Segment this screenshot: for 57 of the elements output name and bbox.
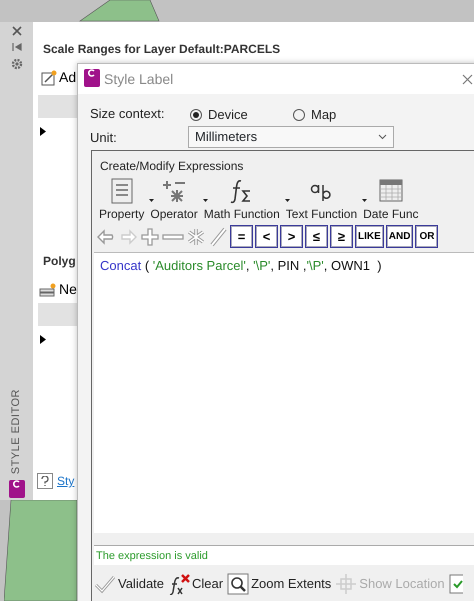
section-title: Polyg <box>43 253 76 270</box>
symbol-button[interactable]: < <box>255 225 278 248</box>
edit-icon <box>41 70 57 86</box>
plus-icon[interactable] <box>140 226 160 246</box>
palette-title: STYLE EDITOR <box>9 388 24 474</box>
keyword-button[interactable]: OR <box>415 225 438 248</box>
status-message: The expression is valid <box>94 545 474 565</box>
row-pointer-icon <box>40 332 46 347</box>
category-button[interactable]: Operator <box>147 177 201 223</box>
settings-icon[interactable] <box>10 58 22 70</box>
unit-dropdown[interactable]: Millimeters <box>188 126 394 148</box>
category-button[interactable]: Text Function <box>282 177 360 223</box>
pin-icon[interactable] <box>12 42 22 52</box>
chevron-down-icon <box>378 134 387 140</box>
help-link[interactable]: Sty <box>57 472 74 490</box>
category-button[interactable]: Property <box>96 177 148 223</box>
crosshair-icon <box>335 573 358 595</box>
grid-header <box>38 95 78 118</box>
symbol-button[interactable]: ≥ <box>330 225 353 248</box>
toolbar-button[interactable]: Zoom Extents <box>227 573 332 595</box>
asterisk-icon[interactable] <box>186 226 206 246</box>
toolbar-button[interactable]: Validate <box>94 573 164 595</box>
caret-icon <box>284 199 290 202</box>
ok-icon[interactable] <box>448 573 463 595</box>
slash-icon[interactable] <box>208 226 228 246</box>
expression-text[interactable]: Concat ( 'Auditors Parcel', '\P', PIN ,'\P', OWN1 ) <box>94 252 474 533</box>
dialog-title: Style Label <box>104 70 174 89</box>
radio-option[interactable]: Device <box>190 105 248 124</box>
app-icon <box>8 480 24 498</box>
caret-icon <box>362 199 368 202</box>
caret-icon <box>202 199 208 202</box>
panel-title: Scale Ranges for Layer Default:PARCELS <box>43 41 280 58</box>
caret-icon <box>149 199 154 202</box>
app-icon <box>84 69 100 87</box>
add-button[interactable]: Ad <box>41 67 76 88</box>
row-pointer-icon <box>40 124 46 139</box>
toolbar-button[interactable]: Clear <box>168 573 224 595</box>
category-button[interactable]: Date Func <box>360 177 422 223</box>
layers-icon <box>39 282 57 296</box>
magnifier-icon <box>227 573 250 595</box>
field-label: Unit: <box>90 129 117 147</box>
function-clear-icon <box>168 573 190 595</box>
check-icon <box>94 573 116 595</box>
keyword-button[interactable]: LIKE <box>355 225 384 248</box>
help-icon[interactable] <box>37 473 53 489</box>
dialog-title: Create/Modify Expressions <box>99 158 244 175</box>
category-button[interactable]: Math Function <box>200 177 283 223</box>
symbol-button[interactable]: > <box>280 225 303 248</box>
symbol-button[interactable]: = <box>230 225 253 248</box>
radio-option[interactable]: Map <box>293 105 336 124</box>
close-icon[interactable] <box>12 26 22 36</box>
close-icon <box>462 74 473 85</box>
grid-header <box>38 303 78 326</box>
symbol-button[interactable]: ≤ <box>305 225 328 248</box>
new-button[interactable]: Ne <box>39 279 77 300</box>
field-label: Size context: <box>90 105 164 123</box>
keyword-button[interactable]: AND <box>386 225 414 248</box>
